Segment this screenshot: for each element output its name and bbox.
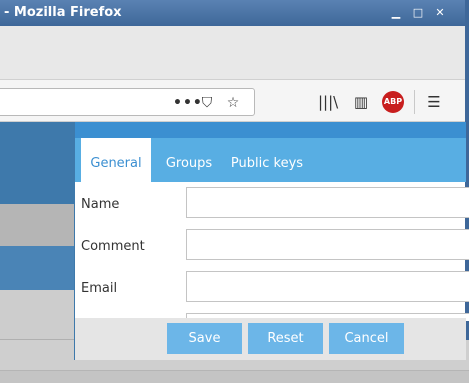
- url-bar[interactable]: ••• ⛉ ☆: [0, 88, 255, 116]
- cancel-button[interactable]: Cancel: [329, 323, 404, 354]
- dialog-tab-bar: General Groups Public keys: [75, 138, 466, 182]
- hamburger-menu-icon[interactable]: ☰: [424, 92, 444, 112]
- page-row-block: [0, 290, 75, 340]
- maximize-icon[interactable]: □: [410, 5, 426, 21]
- page-blue-row-block: [0, 246, 75, 290]
- toolbar-separator: [414, 90, 415, 114]
- comment-label: Comment: [81, 239, 145, 254]
- reset-button[interactable]: Reset: [248, 323, 323, 354]
- pocket-icon[interactable]: ⛉: [198, 94, 216, 112]
- minimize-icon[interactable]: ▁: [388, 5, 404, 21]
- tab-strip: [0, 26, 465, 80]
- library-icon[interactable]: |||\: [318, 92, 338, 112]
- window-titlebar[interactable]: - Mozilla Firefox ▁ □ ✕: [0, 0, 469, 26]
- dialog-header: [75, 122, 466, 138]
- adblock-plus-icon[interactable]: ABP: [382, 91, 404, 113]
- page-header-block: [0, 122, 75, 204]
- email-label: Email: [81, 281, 118, 296]
- comment-field[interactable]: [186, 229, 469, 260]
- tab-groups[interactable]: Groups: [159, 138, 219, 182]
- page-actions-icon[interactable]: •••: [173, 94, 202, 112]
- window-title: - Mozilla Firefox: [4, 5, 122, 20]
- page-row-block: [0, 204, 75, 246]
- name-label: Name: [81, 197, 120, 212]
- bookmark-star-icon[interactable]: ☆: [224, 94, 242, 112]
- page-footer-block: [0, 370, 469, 383]
- sidebar-icon[interactable]: ▥: [351, 92, 371, 112]
- dialog-footer: Save Reset Cancel: [75, 318, 466, 360]
- tab-public-keys[interactable]: Public keys: [229, 138, 305, 182]
- edit-user-dialog: General Groups Public keys Name Comment …: [74, 122, 469, 360]
- save-button[interactable]: Save: [167, 323, 242, 354]
- tab-general[interactable]: General: [81, 138, 151, 182]
- email-field[interactable]: [186, 271, 469, 302]
- name-field[interactable]: [186, 187, 469, 218]
- close-icon[interactable]: ✕: [432, 5, 448, 21]
